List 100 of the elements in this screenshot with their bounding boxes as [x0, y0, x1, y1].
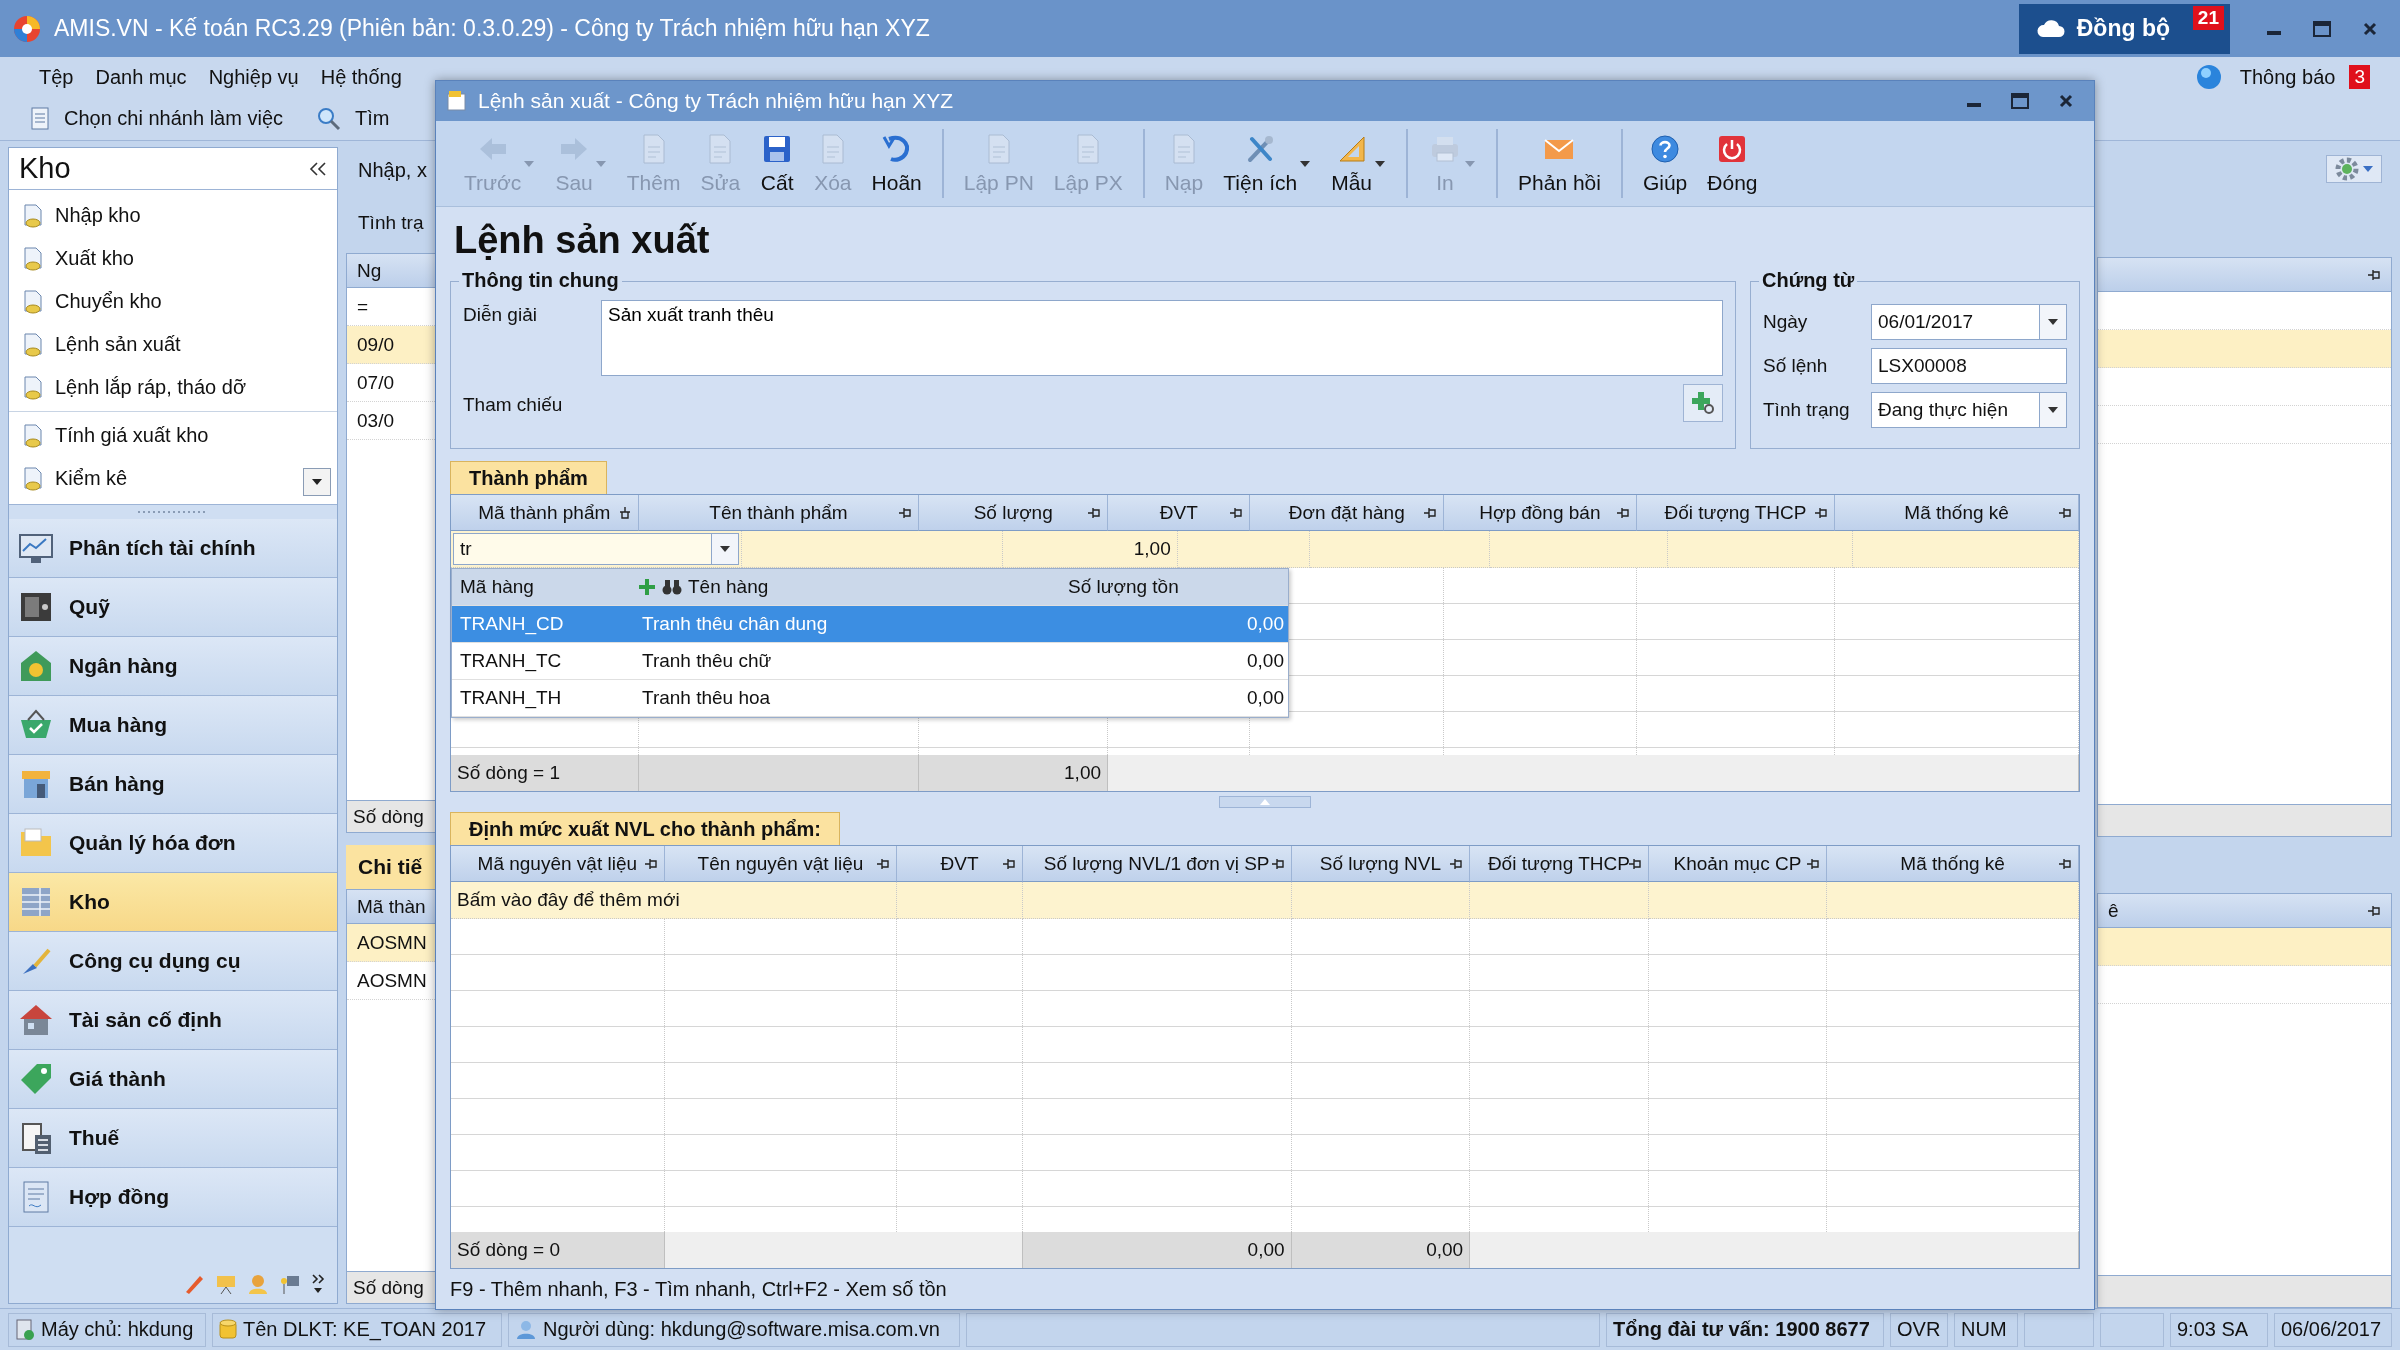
column-header[interactable]: Mã nguyên vật liệu [451, 846, 665, 882]
sync-button[interactable]: Đồng bộ 21 [2018, 3, 2230, 54]
column-header[interactable]: Đối tượng THCP [1470, 846, 1649, 882]
column-header[interactable]: Đối tượng THCP [1636, 495, 1836, 531]
pin-icon[interactable] [1814, 506, 1829, 520]
product-code-field[interactable]: tr [453, 533, 711, 565]
pin-icon[interactable] [1449, 857, 1464, 871]
module-item[interactable]: Quỹ [9, 578, 337, 637]
module-item[interactable]: Phân tích tài chính [9, 519, 337, 578]
pin-icon[interactable] [643, 857, 658, 871]
column-header[interactable]: Hợp đồng bán [1444, 495, 1637, 531]
pin-icon[interactable] [1627, 857, 1642, 871]
pencil-icon[interactable] [183, 1273, 205, 1295]
section-tab[interactable]: Thành phẩm [450, 461, 607, 494]
notification-link[interactable]: Thông báo [2239, 65, 2336, 89]
module-item[interactable]: Mua hàng [9, 696, 337, 755]
toolbar-button[interactable]: Phản hồi [1508, 129, 1611, 198]
pin-icon[interactable] [898, 506, 913, 520]
pin-icon[interactable] [876, 857, 891, 871]
column-header[interactable]: Đơn đặt hàng [1250, 495, 1445, 531]
collapse-icon[interactable] [309, 161, 327, 176]
menu-item[interactable]: Hệ thống [311, 61, 411, 93]
table-row[interactable]: AOSMN [347, 924, 435, 962]
column-header[interactable]: Mã thống kê [1827, 846, 2079, 882]
column-header[interactable]: Khoản mục CP [1648, 846, 1828, 882]
add-reference-button[interactable] [1683, 384, 1723, 422]
more-chevron-icon[interactable] [311, 1273, 325, 1295]
tab[interactable]: Nhập, x [346, 147, 436, 194]
toolbar-button[interactable]: Mẫu [1321, 129, 1396, 198]
easel-icon[interactable] [215, 1273, 237, 1295]
splitter-grip-icon[interactable] [138, 510, 208, 514]
column-header[interactable]: Mã thành phẩm [451, 495, 639, 531]
column-header[interactable]: ĐVT [1108, 495, 1251, 531]
tab[interactable]: Chi tiế [346, 845, 436, 889]
settings-button[interactable] [2326, 155, 2382, 183]
combo-field[interactable]: Đang thực hiện [1871, 392, 2039, 428]
dropdown-button[interactable] [711, 533, 739, 565]
database-icon [219, 1318, 237, 1341]
lookup-row[interactable]: TRANH_TC Tranh thêu chữ 0,00 [452, 643, 1288, 680]
pin-icon[interactable] [2058, 506, 2072, 520]
toolbar-link[interactable]: Chọn chi nhánh làm việc [64, 107, 283, 130]
pin-icon[interactable] [617, 506, 632, 520]
safe-icon [19, 590, 53, 624]
scroll-down-button[interactable] [303, 468, 331, 496]
sign-icon[interactable] [279, 1273, 301, 1295]
column-header[interactable]: Tên thành phẩm [638, 495, 920, 531]
column-header[interactable]: Số lượng NVL/1 đơn vị SP [1022, 846, 1292, 882]
menu-item[interactable]: Danh mục [86, 61, 196, 93]
pin-icon[interactable] [1001, 857, 1016, 871]
module-item[interactable]: Công cụ dụng cụ [9, 932, 337, 991]
toolbar-button[interactable]: Cất [750, 129, 805, 198]
menu-item[interactable]: Tệp [30, 61, 83, 93]
toolbar-button[interactable]: Hoãn [861, 129, 932, 198]
add-new-row-prompt[interactable]: Bấm vào đây để thêm mới [451, 882, 898, 919]
module-item[interactable]: Hợp đồng [9, 1168, 337, 1227]
toolbar-button[interactable]: Tiện ích [1213, 129, 1322, 198]
sidebar-item[interactable]: Chuyển kho [9, 280, 337, 323]
pin-icon[interactable] [1806, 857, 1821, 871]
module-item[interactable]: Kho [9, 873, 337, 932]
sidebar-item[interactable]: Lệnh lắp ráp, tháo dỡ [9, 366, 337, 409]
module-item[interactable]: Giá thành [9, 1050, 337, 1109]
description-field[interactable]: Sản xuất tranh thêu [601, 300, 1723, 376]
pin-icon[interactable] [2058, 857, 2072, 871]
lookup-row[interactable]: TRANH_TH Tranh thêu hoa 0,00 [452, 680, 1288, 717]
column-title: Mã thàn [357, 895, 426, 918]
dropdown-button[interactable] [2039, 304, 2067, 340]
toolbar-link[interactable]: Tìm [355, 107, 390, 130]
combo-field[interactable]: 06/01/2017 [1871, 304, 2039, 340]
module-item[interactable]: Bán hàng [9, 755, 337, 814]
column-header[interactable]: Tên nguyên vật liệu [664, 846, 898, 882]
module-item[interactable]: Quản lý hóa đơn [9, 814, 337, 873]
dropdown-button[interactable] [2039, 392, 2067, 428]
column-header[interactable]: ĐVT [897, 846, 1023, 882]
text-field[interactable]: LSX00008 [1871, 348, 2067, 384]
sidebar-item[interactable]: Nhập kho [9, 194, 337, 237]
module-item[interactable]: Thuế [9, 1109, 337, 1168]
column-header[interactable]: Mã thống kê [1835, 495, 2079, 531]
pin-icon[interactable] [1270, 857, 1285, 871]
pin-icon[interactable] [1423, 506, 1438, 520]
table-row[interactable]: 09/0 [347, 326, 435, 364]
pin-icon[interactable] [2367, 267, 2381, 282]
module-item[interactable]: Tài sản cố định [9, 991, 337, 1050]
column-header[interactable]: Số lượng [919, 495, 1108, 531]
splitter-handle[interactable] [1219, 796, 1311, 808]
pin-icon[interactable] [2367, 903, 2381, 918]
sidebar-item[interactable]: Lệnh sản xuất [9, 323, 337, 366]
filter-operator[interactable]: = [357, 295, 369, 318]
menu-item[interactable]: Nghiệp vụ [199, 61, 308, 93]
column-header[interactable]: Số lượng NVL [1291, 846, 1471, 882]
pin-icon[interactable] [1615, 506, 1630, 520]
sidebar-item[interactable]: Kiểm kê [9, 457, 337, 500]
section-tab[interactable]: Định mức xuất NVL cho thành phẩm: [450, 812, 840, 845]
pin-icon[interactable] [1229, 506, 1244, 520]
binoculars-icon[interactable] [662, 579, 682, 595]
module-item[interactable]: Ngân hàng [9, 637, 337, 696]
sidebar-item[interactable]: Xuất kho [9, 237, 337, 280]
pin-icon[interactable] [1087, 506, 1101, 520]
sidebar-item[interactable]: Tính giá xuất kho [9, 414, 337, 457]
toolbar-button[interactable]: Giúp [1632, 129, 1698, 198]
toolbar-button[interactable]: Đóng [1697, 129, 1768, 198]
